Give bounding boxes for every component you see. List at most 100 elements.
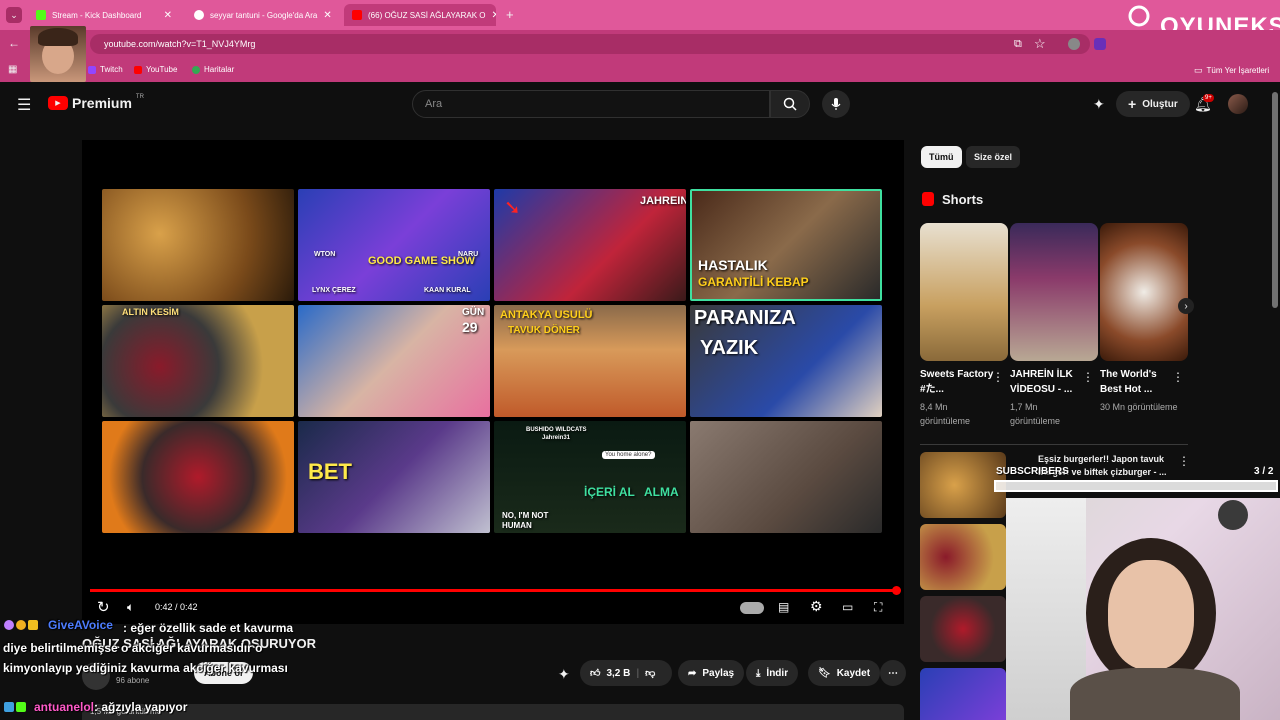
- chip-for-you[interactable]: Size özel: [966, 146, 1021, 168]
- short-views-1: 8,4 Mn görüntüleme: [920, 402, 971, 426]
- bookmark-star-icon[interactable]: ☆: [1034, 36, 1046, 52]
- shorts-heading: Shorts: [942, 192, 984, 207]
- recommended-thumb-3[interactable]: [920, 596, 1006, 662]
- bookmark-youtube[interactable]: YouTube: [134, 65, 177, 74]
- extension-purple-icon[interactable]: [1094, 38, 1106, 50]
- more-horizontal-icon: ⋯: [888, 667, 898, 679]
- premium-sparkle-icon[interactable]: ✦: [558, 666, 570, 683]
- endscreen-video-10[interactable]: BET: [298, 421, 490, 533]
- subscriber-goal-bar: [994, 480, 1278, 492]
- subscriber-goal-label: SUBSCRIBERS: [996, 466, 1069, 477]
- back-arrow-icon[interactable]: ←: [8, 36, 20, 50]
- close-tab-icon[interactable]: ✕: [323, 10, 331, 21]
- share-button[interactable]: ➦ Paylaş: [678, 660, 745, 686]
- endscreen-video-1[interactable]: [102, 189, 294, 301]
- youtube-favicon-icon: [352, 10, 362, 20]
- short-menu-kebab-icon[interactable]: ⋮: [1082, 370, 1094, 384]
- recommended-thumb-2[interactable]: [920, 524, 1006, 590]
- tab-list-chevron-icon[interactable]: ⌄: [6, 7, 22, 23]
- more-actions-button[interactable]: ⋯: [880, 660, 906, 686]
- subtitles-icon[interactable]: ▤: [778, 600, 789, 614]
- fullscreen-icon[interactable]: ⛶: [874, 600, 882, 615]
- tab-google[interactable]: seyyar tantuni - Google'da Ara ✕: [186, 4, 338, 26]
- bookmarks-bar: ▦ Twitch YouTube Haritalar ▭ Tüm Yer İşa…: [0, 58, 1280, 82]
- address-bar[interactable]: youtube.com/watch?v=T1_NVJ4YMrg: [90, 34, 1090, 54]
- menu-icon[interactable]: ☰: [17, 95, 31, 115]
- endscreen-video-12[interactable]: [690, 421, 882, 533]
- folder-icon: ▭: [1194, 65, 1203, 75]
- notification-count-badge: 9+: [1203, 94, 1214, 102]
- time-display: 0:42 / 0:42: [155, 602, 198, 612]
- tab-youtube[interactable]: (66) OĞUZ SASİ AĞLAYARAK O ✕: [344, 4, 496, 26]
- short-menu-kebab-icon[interactable]: ⋮: [992, 370, 1004, 384]
- save-button[interactable]: 🔖︎ Kaydet: [808, 660, 881, 686]
- progress-bar[interactable]: [90, 589, 896, 592]
- all-bookmarks[interactable]: ▭ Tüm Yer İşaretleri: [1194, 65, 1269, 76]
- new-tab-icon[interactable]: +: [506, 7, 514, 22]
- description-box[interactable]: 1,5 Mn görüntüleme: [82, 704, 904, 720]
- youtube-logo[interactable]: ▶ Premium TR: [48, 94, 144, 111]
- streamer-webcam: [1006, 498, 1280, 720]
- subscriber-goal-count: 3 / 2: [1254, 466, 1274, 477]
- endscreen-video-2[interactable]: GOOD GAME SHOW WTON LYNX ÇEREZ KAAN KURA…: [298, 189, 490, 301]
- chat-badges: [4, 702, 26, 712]
- shorts-logo-icon: [922, 192, 934, 206]
- endscreen-video-3[interactable]: JAHREIN ➘: [494, 189, 686, 301]
- endscreen-video-9[interactable]: [102, 421, 294, 533]
- settings-gear-icon[interactable]: ⚙: [810, 598, 823, 615]
- replay-icon[interactable]: ↻: [97, 598, 110, 616]
- endscreen-video-4[interactable]: HASTALIK GARANTİLİ KEBAP: [690, 189, 882, 301]
- search-button[interactable]: [770, 90, 810, 118]
- premium-badge-icon[interactable]: ✦: [1093, 96, 1105, 113]
- maps-pin-icon: [192, 65, 200, 74]
- apps-grid-icon[interactable]: ▦: [8, 64, 17, 75]
- plus-icon: +: [1128, 96, 1137, 112]
- bookmark-twitch[interactable]: Twitch: [88, 65, 123, 74]
- install-app-icon[interactable]: ⧉: [1014, 38, 1022, 51]
- shorts-next-chevron-icon[interactable]: ›: [1178, 298, 1194, 314]
- youtube-icon: [134, 65, 142, 74]
- kick-favicon-icon: [36, 10, 46, 20]
- recommended-thumb-4[interactable]: [920, 668, 1006, 720]
- short-card-3[interactable]: [1100, 223, 1188, 361]
- thumbs-up-icon: 👍︎: [590, 668, 601, 679]
- close-tab-icon[interactable]: ✕: [492, 10, 496, 21]
- chat-message-1-text: : eğer özellik sade et kavurma diye beli…: [3, 621, 294, 675]
- search-icon: [783, 97, 797, 111]
- account-avatar[interactable]: [1228, 94, 1248, 114]
- red-arrow-icon: ➘: [504, 197, 521, 219]
- short-card-1[interactable]: [920, 223, 1008, 361]
- autoplay-toggle[interactable]: [740, 602, 764, 614]
- like-button[interactable]: 👍︎ 3,2 B | 👎︎: [580, 660, 672, 686]
- short-title-2: JAHREİN İLK VİDEOSU - ...: [1010, 369, 1073, 395]
- page-scrollbar[interactable]: [1272, 92, 1278, 308]
- volume-icon[interactable]: 🔈︎: [127, 600, 134, 615]
- badge-icon: [4, 702, 14, 712]
- endscreen-video-11[interactable]: İÇERİ AL ALMA NO, I'M NOT HUMAN BUSHIDO …: [494, 421, 686, 533]
- endscreen-video-8[interactable]: PARANIZA YAZIK: [690, 305, 882, 417]
- endscreen-video-6[interactable]: GÜN 29: [298, 305, 490, 417]
- download-button[interactable]: ⤓ İndir: [746, 660, 799, 686]
- scrubber-handle[interactable]: [892, 586, 901, 595]
- share-icon: ➦: [688, 667, 697, 679]
- voice-search-button[interactable]: [822, 90, 850, 118]
- thumbs-down-icon[interactable]: 👎︎: [645, 667, 655, 679]
- recommended-menu-kebab-icon[interactable]: ⋮: [1178, 454, 1190, 468]
- tab-kick[interactable]: Stream - Kick Dashboard ✕: [28, 4, 180, 26]
- search-input[interactable]: Ara: [412, 90, 770, 118]
- short-title-1: Sweets Factory #た...: [920, 369, 994, 395]
- endscreen-video-5[interactable]: ALTIN KESİM: [102, 305, 294, 417]
- endscreen-video-7[interactable]: ANTAKYA USULÜ TAVUK DÖNER: [494, 305, 686, 417]
- close-tab-icon[interactable]: ✕: [164, 10, 172, 21]
- short-menu-kebab-icon[interactable]: ⋮: [1172, 370, 1184, 384]
- bookmark-maps[interactable]: Haritalar: [192, 65, 234, 74]
- extension-icon[interactable]: [1068, 38, 1080, 50]
- chip-all[interactable]: Tümü: [921, 146, 962, 168]
- chat-message-2: antuanelol: ağzıyla yapıyor: [34, 700, 188, 714]
- short-card-2[interactable]: [1010, 223, 1098, 361]
- create-button[interactable]: + Oluştur: [1116, 91, 1190, 117]
- theater-mode-icon[interactable]: ▭: [842, 600, 853, 614]
- short-views-2: 1,7 Mn görüntüleme: [1010, 402, 1061, 426]
- badge-icon: [16, 702, 26, 712]
- short-views-3: 30 Mn görüntüleme: [1100, 402, 1178, 412]
